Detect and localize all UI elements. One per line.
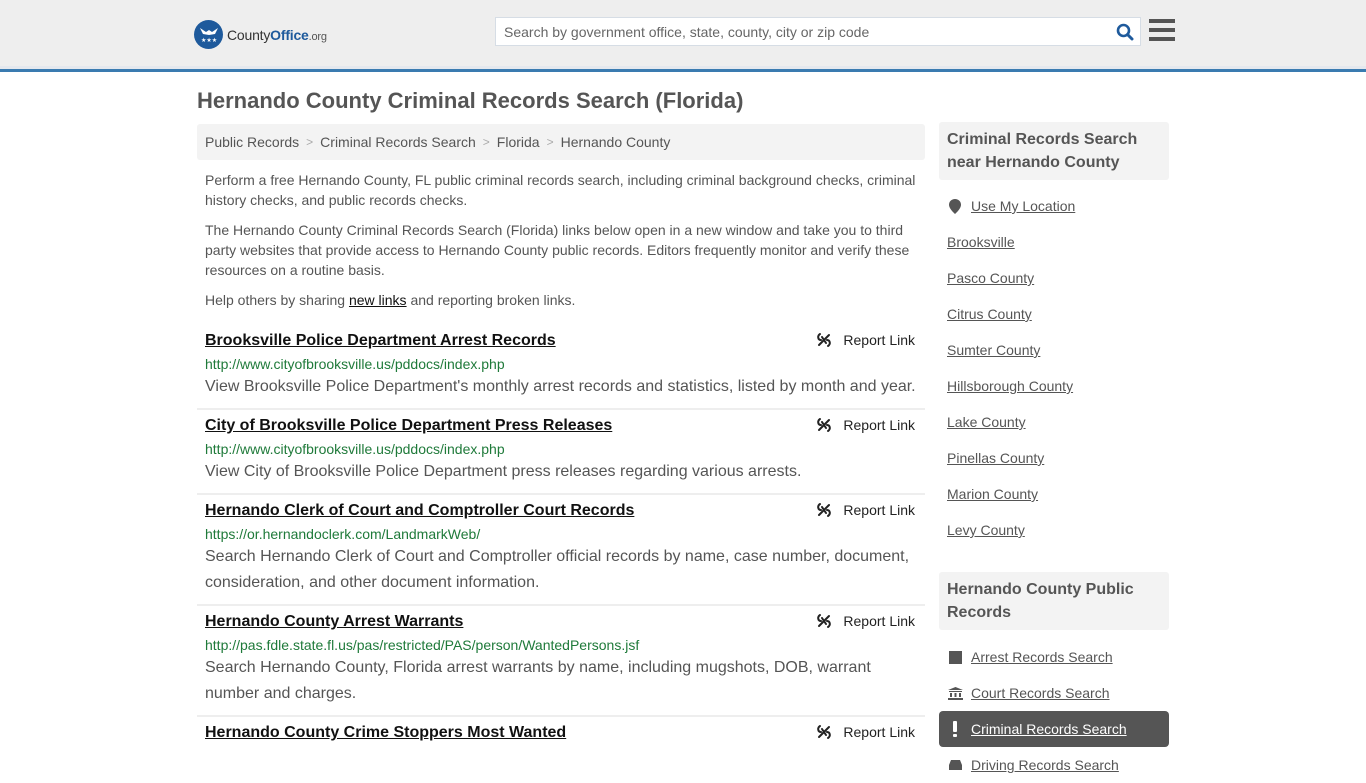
result-title-link[interactable]: Hernando County Crime Stoppers Most Want… [205,723,566,743]
court-records-search-link[interactable]: Court Records Search [971,685,1110,701]
intro-paragraph-3: Help others by sharing new links and rep… [205,292,576,308]
criminal-records-search-link[interactable]: Criminal Records Search [971,721,1127,737]
search-input[interactable] [496,18,1110,45]
report-link-button[interactable]: Report Link [816,502,915,518]
nearby-link-hillsborough-county[interactable]: Hillsborough County [947,378,1073,394]
search-button[interactable] [1110,18,1140,45]
nearby-link-marion-county[interactable]: Marion County [947,486,1038,502]
intro-paragraph-1: Perform a free Hernando County, FL publi… [205,172,916,208]
report-link-button[interactable]: Report Link [816,417,915,433]
result-item: Brooksville Police Department Arrest Rec… [197,325,925,410]
result-url: https://or.hernandoclerk.com/LandmarkWeb… [205,526,481,542]
svg-text:★★★: ★★★ [201,37,217,44]
broken-link-icon [817,725,832,739]
breadcrumb: Public Records > Criminal Records Search… [197,124,925,160]
report-link-button[interactable]: Report Link [816,332,915,348]
nearby-link-brooksville[interactable]: Brooksville [947,234,1015,250]
broken-link-icon [817,418,832,432]
result-description: Search Hernando County, Florida arrest w… [205,659,871,702]
nearby-link-levy-county[interactable]: Levy County [947,522,1025,538]
exclamation-icon [947,721,963,737]
public-records-item: Arrest Records Search [939,639,1169,675]
result-description: View Brooksville Police Department's mon… [205,378,916,395]
breadcrumb-public-records[interactable]: Public Records [205,134,299,150]
breadcrumb-separator: > [306,135,314,149]
map-marker-icon [947,198,963,214]
new-links-link[interactable]: new links [349,292,407,308]
nearby-link-sumter-county[interactable]: Sumter County [947,342,1040,358]
public-records-item: Driving Records Search [939,747,1169,783]
result-url: http://www.cityofbrooksville.us/pddocs/i… [205,356,505,372]
nearby-link-lake-county[interactable]: Lake County [947,414,1026,430]
sidebar-nearby: Criminal Records Search near Hernando Co… [939,122,1169,548]
results-list: Brooksville Police Department Arrest Rec… [197,325,925,751]
breadcrumb-florida[interactable]: Florida [497,134,540,150]
result-item: City of Brooksville Police Department Pr… [197,410,925,495]
use-my-location-link[interactable]: Use My Location [971,198,1075,214]
breadcrumb-criminal-records-search[interactable]: Criminal Records Search [320,134,476,150]
result-item: Hernando County Arrest Warrants Report L… [197,606,925,717]
search-icon [1116,23,1134,40]
report-link-button[interactable]: Report Link [816,724,915,740]
breadcrumb-separator: > [482,135,490,149]
nearby-list: Use My Location Brooksville Pasco County… [939,188,1169,548]
use-my-location-item: Use My Location [939,188,1169,224]
broken-link-icon [817,333,832,347]
report-link-button[interactable]: Report Link [816,613,915,629]
logo[interactable]: ★★★ CountyOffice.org [194,20,327,49]
public-records-item: Court Records Search [939,675,1169,711]
result-description: View City of Brooksville Police Departme… [205,463,802,480]
sidebar-nearby-heading: Criminal Records Search near Hernando Co… [939,122,1169,180]
result-title-link[interactable]: Hernando Clerk of Court and Comptroller … [205,501,634,521]
nearby-link-pinellas-county[interactable]: Pinellas County [947,450,1044,466]
public-records-list: Arrest Records Search Court Records Sear… [939,639,1169,783]
result-title-link[interactable]: Brooksville Police Department Arrest Rec… [205,331,556,351]
result-item: Hernando Clerk of Court and Comptroller … [197,495,925,606]
intro-paragraph-2: The Hernando County Criminal Records Sea… [205,222,910,278]
search-box [495,17,1141,46]
sidebar-public-records-heading: Hernando County Public Records [939,572,1169,630]
result-item: Hernando County Crime Stoppers Most Want… [197,717,925,751]
logo-text: CountyOffice.org [227,26,327,43]
courthouse-icon [947,686,963,700]
arrest-records-search-link[interactable]: Arrest Records Search [971,649,1113,665]
driving-records-search-link[interactable]: Driving Records Search [971,757,1119,773]
result-title-link[interactable]: Hernando County Arrest Warrants [205,612,463,632]
page-title: Hernando County Criminal Records Search … [197,88,744,113]
result-title-link[interactable]: City of Brooksville Police Department Pr… [205,416,612,436]
square-icon [947,650,963,664]
car-icon [947,759,963,771]
broken-link-icon [817,503,832,517]
result-url: http://www.cityofbrooksville.us/pddocs/i… [205,441,505,457]
breadcrumb-separator: > [546,135,554,149]
breadcrumb-hernando-county[interactable]: Hernando County [561,134,671,150]
hamburger-menu-icon[interactable] [1149,19,1175,43]
eagle-logo-icon: ★★★ [194,20,223,49]
sidebar-public-records: Hernando County Public Records Arrest Re… [939,572,1169,783]
public-records-item-active: Criminal Records Search [939,711,1169,747]
nearby-link-citrus-county[interactable]: Citrus County [947,306,1032,322]
result-description: Search Hernando Clerk of Court and Compt… [205,548,910,591]
nearby-link-pasco-county[interactable]: Pasco County [947,270,1034,286]
broken-link-icon [817,614,832,628]
intro-text: Perform a free Hernando County, FL publi… [205,170,921,320]
result-url: http://pas.fdle.state.fl.us/pas/restrict… [205,637,640,653]
site-header: ★★★ CountyOffice.org [0,0,1366,72]
